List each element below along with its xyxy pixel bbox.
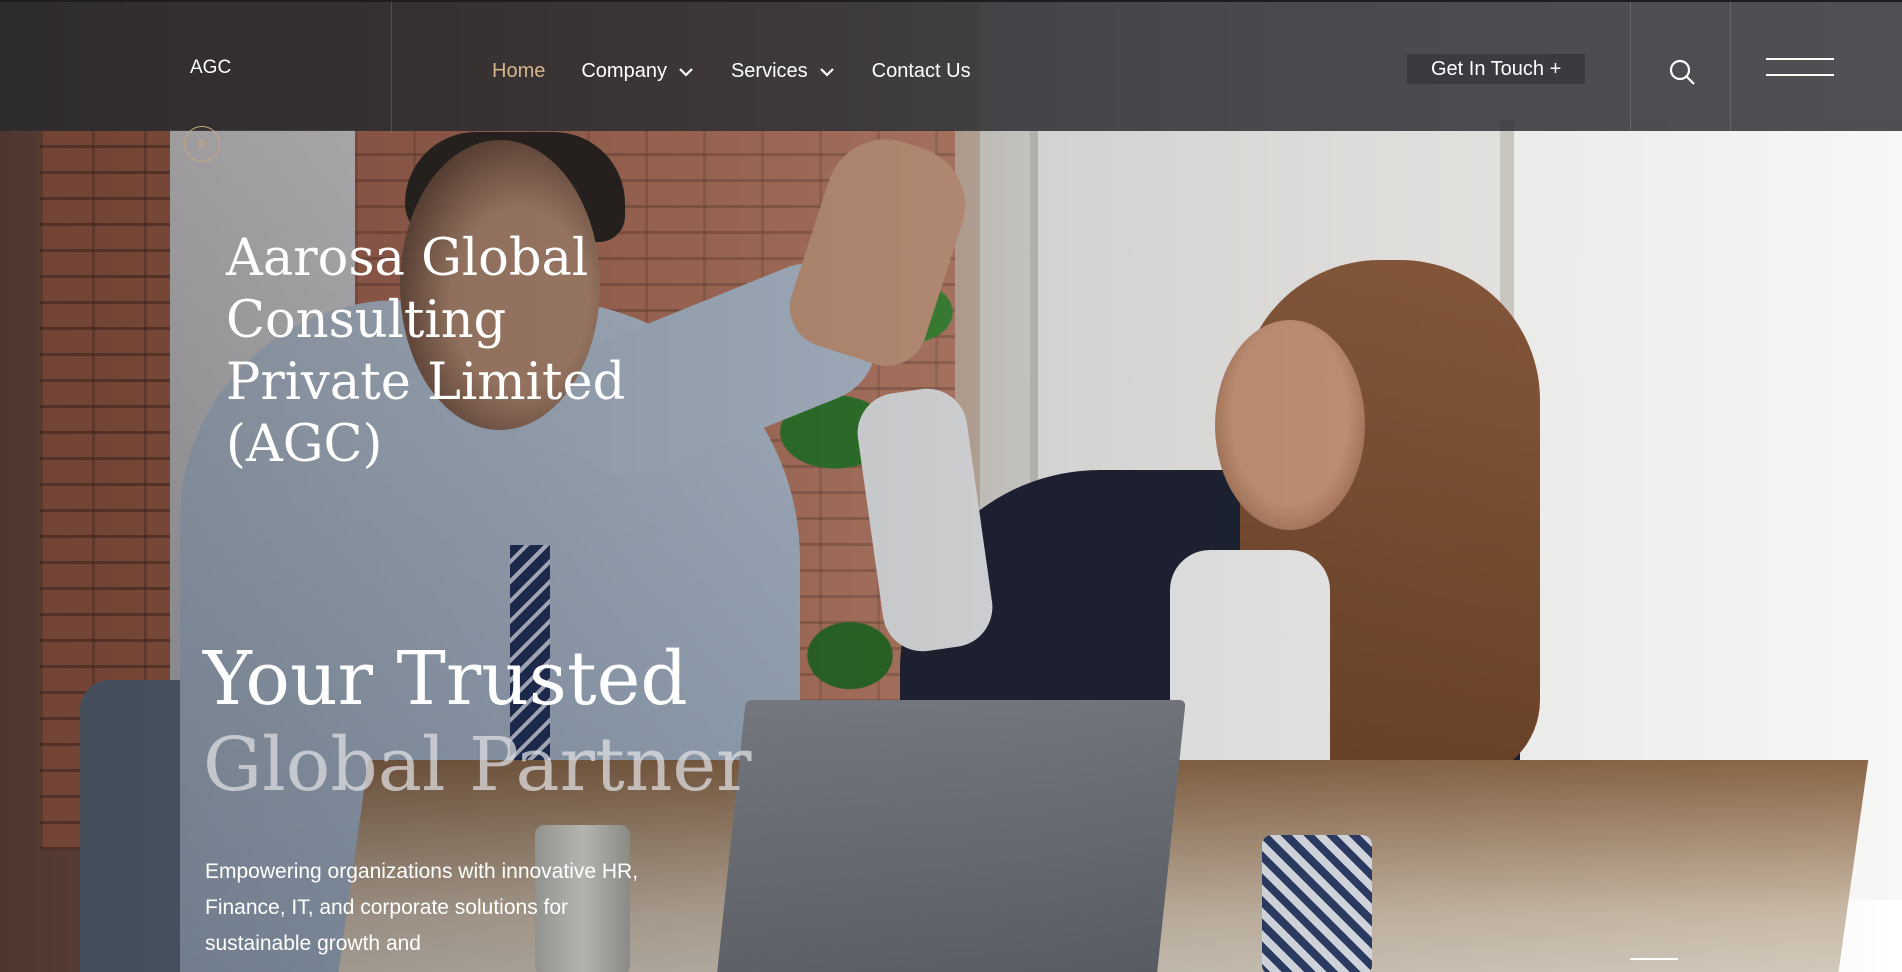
tagline-line-1: Your Trusted — [203, 636, 688, 722]
hamburger-menu-icon[interactable] — [1766, 58, 1834, 80]
hero-background-image — [0, 0, 1902, 972]
nav-item-label: Contact Us — [871, 60, 971, 82]
site-header: AGC Home Company Services Contact Us Get… — [0, 0, 1902, 133]
chevron-down-icon — [819, 67, 834, 77]
hero-tagline: Your Trusted Global Partner — [203, 636, 752, 808]
nav-item-label: Company — [581, 60, 667, 82]
header-divider — [391, 2, 392, 133]
nav-item-label: Home — [492, 60, 546, 82]
site-logo[interactable]: AGC — [190, 57, 231, 79]
cursor-ring-icon — [184, 126, 220, 162]
main-nav: Home Company Services Contact Us — [492, 60, 1007, 83]
search-icon[interactable] — [1668, 58, 1696, 86]
slider-indicator[interactable] — [1630, 958, 1678, 960]
hero-description: Empowering organizations with innovative… — [205, 860, 639, 955]
nav-item-label: Services — [730, 60, 808, 82]
nav-item-services[interactable]: Services — [731, 60, 836, 83]
nav-item-company[interactable]: Company — [581, 60, 695, 83]
nav-item-home[interactable]: Home — [492, 60, 545, 83]
header-divider — [1730, 2, 1731, 133]
get-in-touch-button[interactable]: Get In Touch + — [1407, 54, 1586, 84]
tagline-line-2: Global Partner — [203, 722, 752, 808]
company-name-heading: Aarosa Global Consulting Private Limited… — [226, 229, 626, 474]
chevron-down-icon — [679, 67, 693, 77]
header-divider — [1630, 2, 1631, 133]
nav-item-contact-us[interactable]: Contact Us — [872, 60, 971, 83]
